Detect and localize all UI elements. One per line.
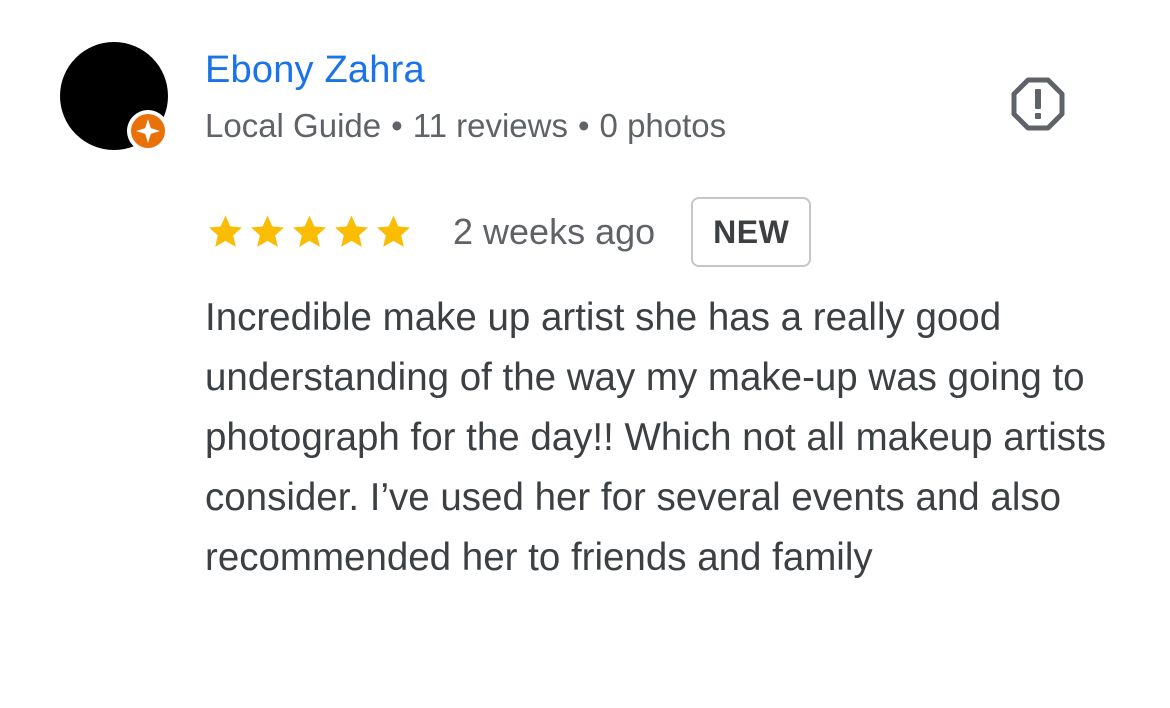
photo-count: 0 photos	[599, 107, 727, 144]
local-guide-star-icon	[136, 119, 160, 143]
report-button[interactable]	[1006, 72, 1070, 136]
report-icon	[1011, 77, 1065, 131]
new-badge: NEW	[691, 197, 812, 267]
rating-row: 2 weeks ago NEW	[205, 194, 812, 270]
star-icon	[209, 215, 242, 247]
reviewer-name[interactable]: Ebony Zahra	[205, 46, 425, 94]
review-text: Incredible make up artist she has a real…	[205, 296, 1106, 579]
reviewer-meta: Local Guide • 11 reviews • 0 photos	[205, 104, 726, 148]
review-date: 2 weeks ago	[453, 211, 656, 252]
star-icon	[377, 215, 410, 247]
meta-separator: •	[391, 107, 403, 144]
meta-separator: •	[577, 107, 590, 144]
star-rating	[205, 212, 415, 252]
star-icon	[293, 215, 326, 247]
local-guide-badge	[127, 110, 169, 152]
review-count: 11 reviews	[412, 107, 568, 144]
local-guide-label: Local Guide	[205, 107, 382, 144]
star-icon	[335, 215, 368, 247]
star-icon	[251, 215, 284, 247]
